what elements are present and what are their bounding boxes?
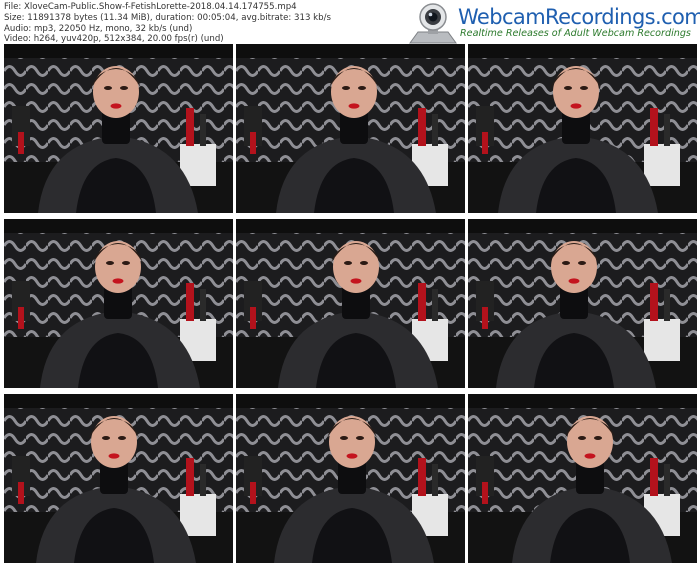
video-thumbnail[interactable] [468,394,697,563]
webcam-icon [409,3,457,44]
file-size: Size: 11891378 bytes (11.34 MiB), durati… [4,12,331,23]
video-thumbnail[interactable] [4,394,233,563]
brand-name: WebcamRecordings.com [458,5,700,29]
video-thumbnail[interactable] [468,44,697,213]
video-thumbnail[interactable] [4,219,233,388]
brand-logo: WebcamRecordings.com Realtime Releases o… [404,2,700,44]
video-thumbnail[interactable] [236,219,465,388]
video-thumbnail[interactable] [4,44,233,213]
video-thumbnail[interactable] [468,219,697,388]
file-info: File: XloveCam-Public.Show-f-FetishLoret… [4,2,331,45]
video-thumbnail[interactable] [236,394,465,563]
file-name: File: XloveCam-Public.Show-f-FetishLoret… [4,2,297,12]
audio-info: Audio: mp3, 22050 Hz, mono, 32 kb/s (und… [4,23,193,34]
brand-tagline: Realtime Releases of Adult Webcam Record… [460,28,691,39]
video-thumbnail[interactable] [236,44,465,213]
